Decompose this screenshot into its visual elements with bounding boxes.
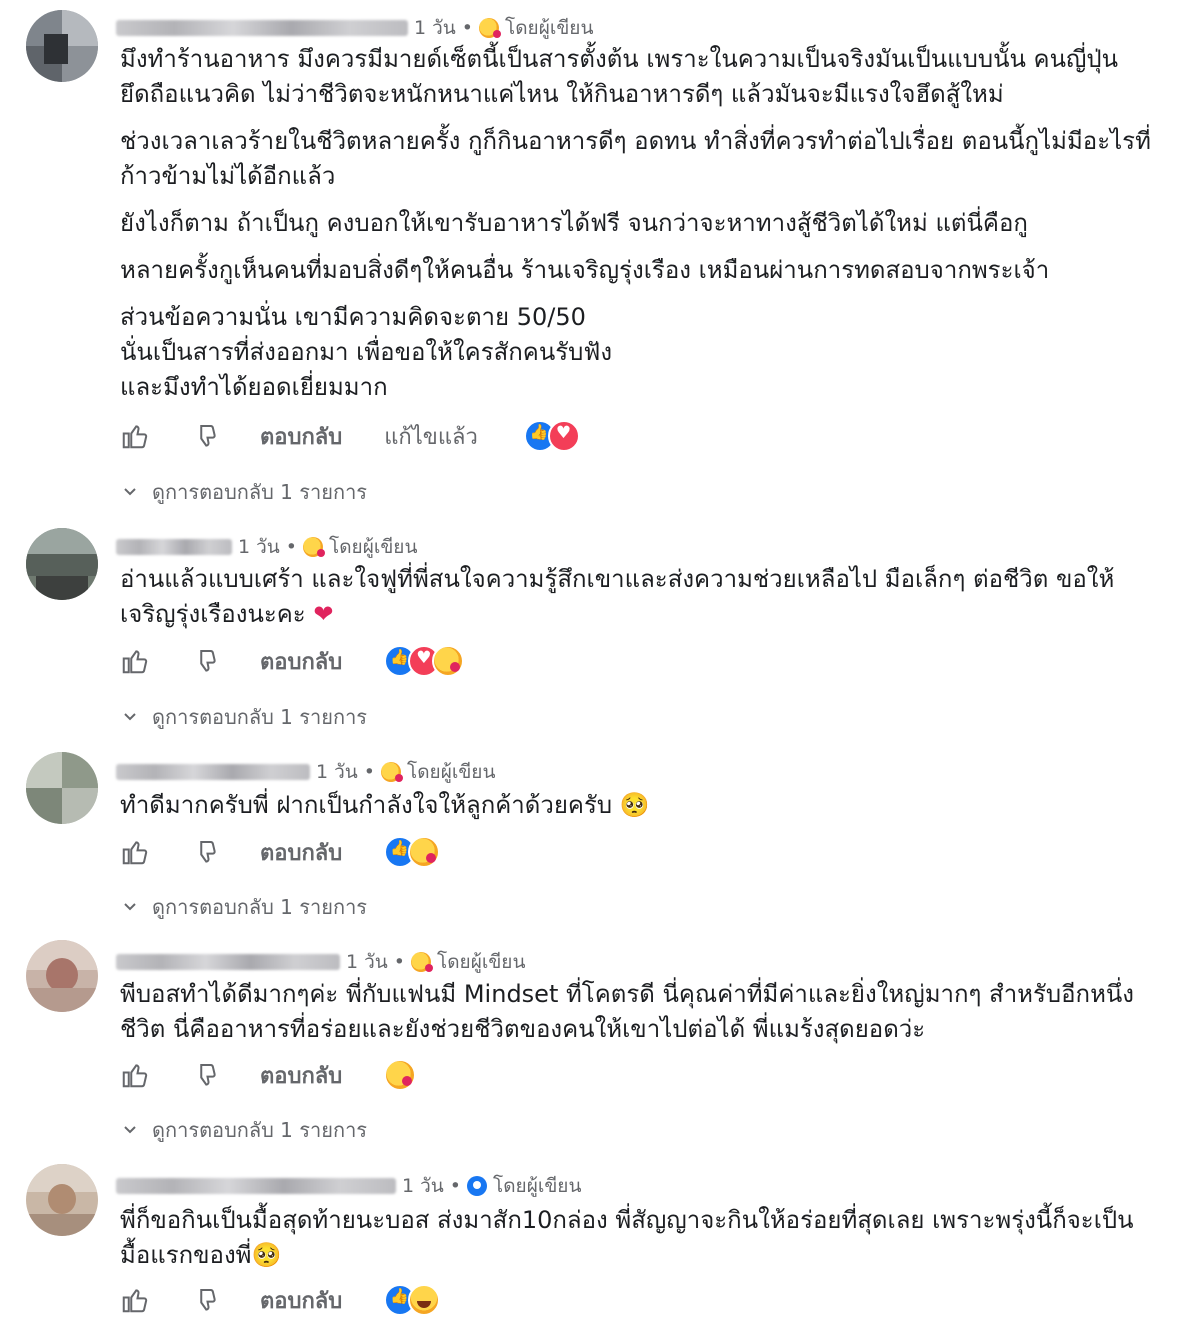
care-reaction-icon (432, 645, 465, 677)
comment-paragraph: ช่วงเวลาเลวร้ายในชีวิตหลายครั้ง กูก็กินอ… (120, 127, 1151, 190)
author-badge-icon (411, 952, 434, 972)
haha-reaction-icon (408, 1284, 441, 1316)
comment-actions: ตอบกลับ (120, 1280, 441, 1320)
comment-meta: 1 วัน • โดยผู้เขียน (116, 535, 417, 559)
thumbs-up-icon[interactable] (120, 1060, 150, 1090)
view-replies-button[interactable]: ดูการตอบกลับ 1 รายการ (122, 477, 367, 507)
author-badge: โดยผู้เขียน (505, 17, 594, 39)
chevron-down-icon (124, 713, 136, 721)
reactions[interactable] (523, 420, 580, 452)
avatar[interactable] (26, 1164, 98, 1236)
comment-time[interactable]: 1 วัน (402, 1171, 444, 1201)
pleading-face-emoji: 🥺 (619, 791, 650, 819)
view-replies-label: ดูการตอบกลับ 1 รายการ (152, 705, 368, 729)
author-badge: โดยผู้เขียน (493, 1175, 582, 1197)
view-replies-button[interactable]: ดูการตอบกลับ 1 รายการ (122, 702, 367, 732)
comment-body: อ่านแล้วแบบเศร้า และใจฟูที่พี่สนใจความรู… (120, 562, 1160, 632)
comment-meta: 1 วัน • โดยผู้เขียน (116, 950, 525, 974)
author-name[interactable] (116, 20, 408, 36)
thumbs-up-icon[interactable] (120, 646, 150, 676)
avatar[interactable] (26, 752, 98, 824)
avatar[interactable] (26, 528, 98, 600)
thumbs-down-icon[interactable] (190, 646, 220, 676)
view-replies-label: ดูการตอบกลับ 1 รายการ (152, 1118, 368, 1142)
comment-meta: 1 วัน • โดยผู้เขียน (116, 760, 495, 784)
chevron-down-icon (124, 1126, 136, 1134)
comment-paragraph: ส่วนข้อความนั่น เขามีความคิดจะตาย 50/50 … (120, 303, 613, 401)
author-name[interactable] (116, 764, 310, 780)
comment-time[interactable]: 1 วัน (346, 947, 388, 977)
comment-paragraph: หลายครั้งกูเห็นคนที่มอบสิ่งดีๆให้คนอื่น … (120, 256, 1050, 284)
reactions[interactable] (384, 1284, 441, 1316)
comment-actions: ตอบกลับ (120, 641, 465, 681)
comment-body: มึงทำร้านอาหาร มึงควรมีมายด์เซ็ตนี้เป็นส… (120, 42, 1160, 405)
comment-body: ทำดีมากครับพี่ ฝากเป็นกำลังใจให้ลูกค้าด้… (120, 788, 1160, 823)
comment-paragraph: อ่านแล้วแบบเศร้า และใจฟูที่พี่สนใจความรู… (120, 565, 1115, 628)
view-replies-label: ดูการตอบกลับ 1 รายการ (152, 895, 368, 919)
author-badge: โดยผู้เขียน (329, 536, 418, 558)
comment-time[interactable]: 1 วัน (414, 13, 456, 43)
comment-actions: ตอบกลับ แก้ไขแล้ว (120, 416, 580, 456)
comment-actions: ตอบกลับ (120, 1055, 417, 1095)
comment-paragraph: ทำดีมากครับพี่ ฝากเป็นกำลังใจให้ลูกค้าด้… (120, 791, 650, 819)
comment-body: พี่ก็ขอกินเป็นมื้อสุดท้ายนะบอส ส่งมาสัก1… (120, 1203, 1160, 1273)
reply-button[interactable]: ตอบกลับ (260, 835, 342, 870)
author-name[interactable] (116, 954, 340, 970)
comment-paragraph: มึงทำร้านอาหาร มึงควรมีมายด์เซ็ตนี้เป็นส… (120, 45, 1119, 108)
comment-time[interactable]: 1 วัน (316, 757, 358, 787)
thumbs-down-icon[interactable] (190, 1060, 220, 1090)
thumbs-up-icon[interactable] (120, 1285, 150, 1315)
heart-emoji: ❤ (313, 600, 334, 628)
view-replies-button[interactable]: ดูการตอบกลับ 1 รายการ (122, 1115, 367, 1145)
thumbs-down-icon[interactable] (190, 421, 220, 451)
author-badge: โดยผู้เขียน (437, 951, 526, 973)
comment-meta: 1 วัน • โดยผู้เขียน (116, 1174, 581, 1198)
edited-label: แก้ไขแล้ว (384, 424, 478, 450)
comment-paragraph: พี่ก็ขอกินเป็นมื้อสุดท้ายนะบอส ส่งมาสัก1… (120, 1206, 1134, 1269)
author-name[interactable] (116, 1178, 396, 1194)
view-replies-label: ดูการตอบกลับ 1 รายการ (152, 480, 368, 504)
care-reaction-icon (408, 836, 441, 868)
reactions[interactable] (384, 645, 465, 677)
avatar[interactable] (26, 940, 98, 1012)
reply-button[interactable]: ตอบกลับ (260, 1058, 342, 1093)
reactions[interactable] (384, 836, 441, 868)
care-reaction-icon (384, 1059, 417, 1091)
thumbs-up-icon[interactable] (120, 837, 150, 867)
thumbs-down-icon[interactable] (190, 837, 220, 867)
reply-button[interactable]: ตอบกลับ (260, 1283, 342, 1318)
reply-button[interactable]: ตอบกลับ (260, 644, 342, 679)
avatar[interactable] (26, 10, 98, 82)
comment-time[interactable]: 1 วัน (238, 532, 280, 562)
thumbs-down-icon[interactable] (190, 1285, 220, 1315)
reactions[interactable] (384, 1059, 417, 1091)
thumbs-up-icon[interactable] (120, 421, 150, 451)
comment-paragraph: ยังไงก็ตาม ถ้าเป็นกู คงบอกให้เขารับอาหาร… (120, 209, 1028, 237)
author-badge: โดยผู้เขียน (407, 761, 496, 783)
author-name[interactable] (116, 539, 232, 555)
author-badge-icon (303, 537, 326, 557)
comment-actions: ตอบกลับ (120, 832, 441, 872)
author-badge-icon (381, 762, 404, 782)
love-reaction-icon (547, 420, 580, 452)
comment-meta: 1 วัน • โดยผู้เขียน (116, 16, 593, 40)
chevron-down-icon (124, 488, 136, 496)
comment-body: พีบอสทำได้ดีมากๆค่ะ พี่กับแฟนมี Mindset … (120, 977, 1160, 1047)
comment-paragraph: พีบอสทำได้ดีมากๆค่ะ พี่กับแฟนมี Mindset … (120, 980, 1135, 1043)
pleading-face-emoji: 🥺 (251, 1241, 282, 1269)
author-badge-icon (479, 18, 502, 38)
author-badge-icon (467, 1176, 488, 1196)
chevron-down-icon (124, 903, 136, 911)
view-replies-button[interactable]: ดูการตอบกลับ 1 รายการ (122, 892, 367, 922)
reply-button[interactable]: ตอบกลับ (260, 419, 342, 454)
